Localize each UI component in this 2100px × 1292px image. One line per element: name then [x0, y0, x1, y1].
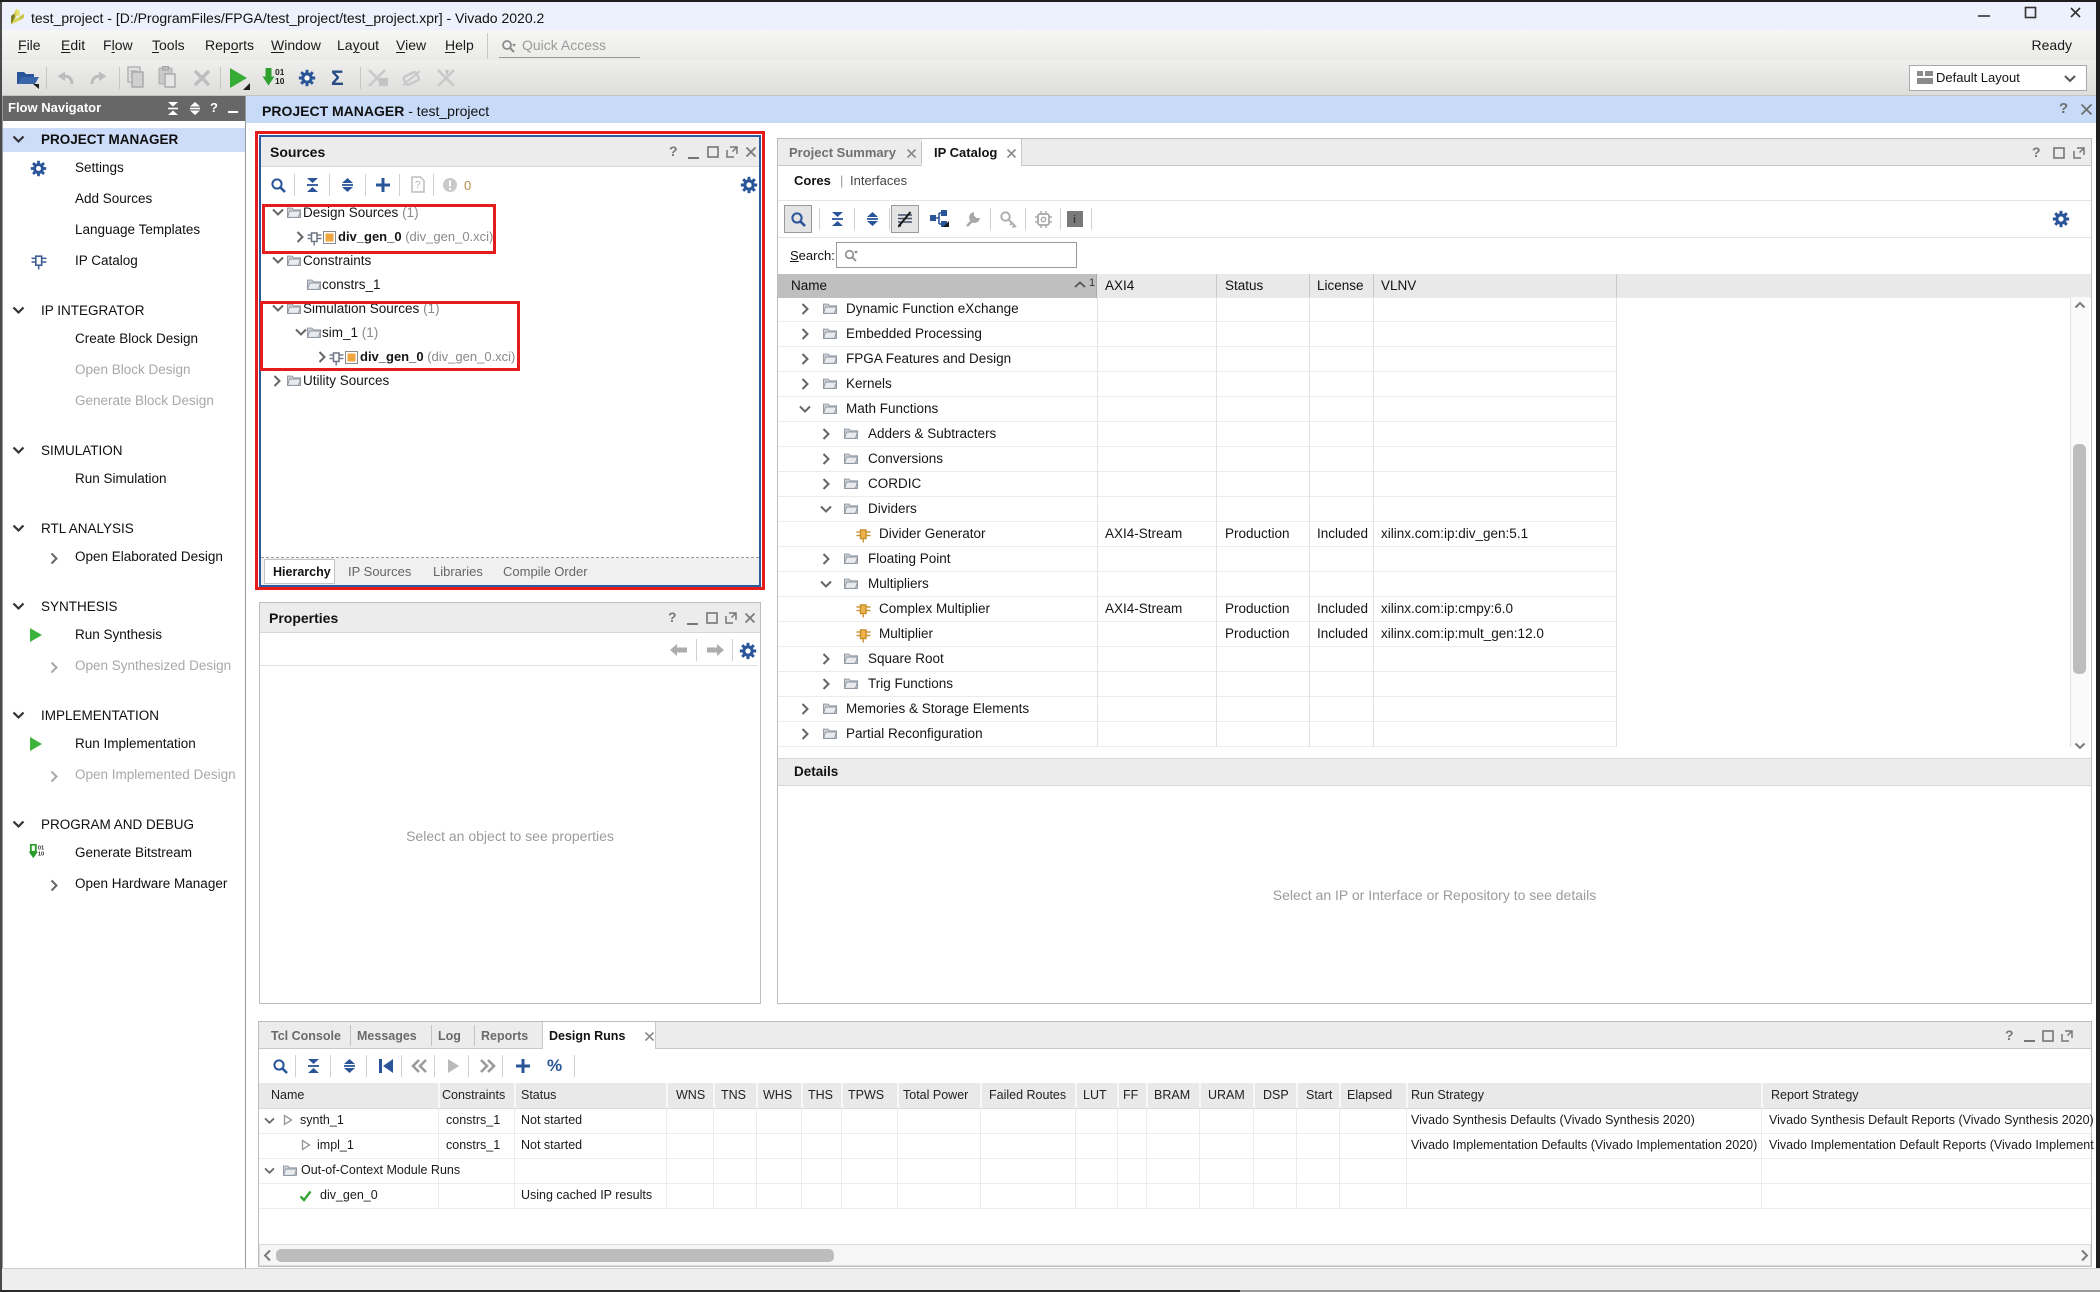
- svg-text:10: 10: [275, 76, 284, 86]
- svg-text:i: i: [1073, 214, 1076, 226]
- svg-text:10: 10: [38, 851, 44, 857]
